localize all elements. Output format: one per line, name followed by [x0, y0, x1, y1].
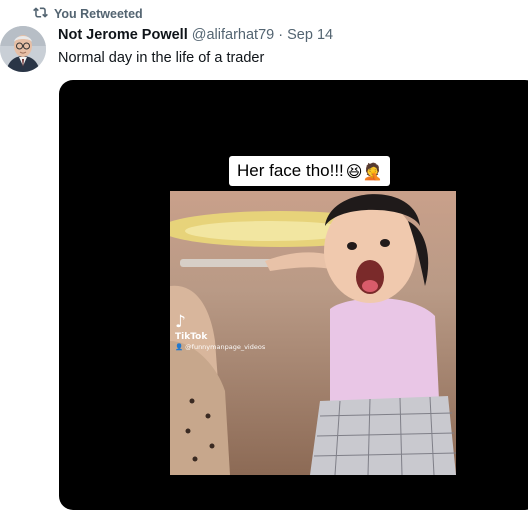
video-frame[interactable]: ♪ TikTok 👤 @funnymanpage_videos — [170, 191, 456, 475]
video-caption: Her face tho!!! 😆🤦 — [229, 156, 391, 186]
tiktok-brand: TikTok — [175, 332, 208, 342]
avatar[interactable] — [0, 26, 46, 72]
caption-text: Her face tho!!! — [237, 161, 344, 180]
retweet-icon — [33, 5, 48, 23]
tiktok-note-icon: ♪ — [175, 312, 186, 332]
retweet-indicator: You Retweeted — [33, 6, 143, 22]
author-name[interactable]: Not Jerome Powell — [58, 27, 188, 43]
tiktok-watermark: ♪ TikTok 👤 @funnymanpage_videos — [175, 313, 265, 351]
tweet-text: Normal day in the life of a trader — [58, 50, 265, 66]
retweet-label: You Retweeted — [54, 7, 143, 21]
caption-emojis: 😆🤦 — [345, 161, 383, 181]
tweet-media[interactable]: Her face tho!!! 😆🤦 ♪ TikTok 👤 @funnymanp… — [59, 80, 528, 510]
tiktok-username: 👤 @funnymanpage_videos — [175, 343, 266, 351]
author-handle[interactable]: @alifarhat79 — [192, 27, 274, 43]
tweet-header: Not Jerome Powell @alifarhat79 · Sep 14 — [58, 27, 333, 43]
separator: · — [278, 27, 284, 43]
tweet-date[interactable]: Sep 14 — [287, 27, 333, 43]
